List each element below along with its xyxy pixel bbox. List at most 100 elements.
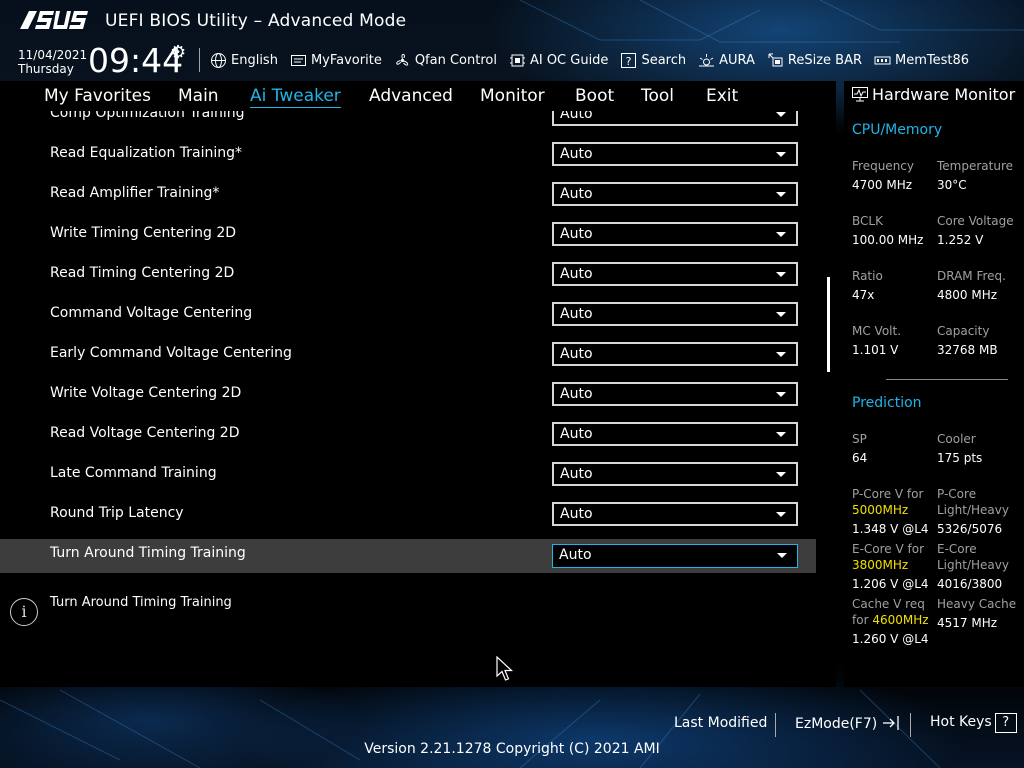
setting-row[interactable]: Read Equalization Training* Auto (0, 138, 816, 172)
tab-advanced[interactable]: Advanced (369, 86, 453, 106)
pcore-v-freq: 5000MHz (852, 503, 909, 517)
hot-keys-button[interactable]: Hot Keys? (930, 713, 1017, 733)
toolbar-label: MemTest86 (895, 52, 970, 68)
last-modified-button[interactable]: Last Modified (674, 715, 767, 731)
ecore-lh-value: 4016/3800 (937, 577, 1003, 591)
toolbar-label: AURA (719, 52, 755, 68)
setting-dropdown[interactable]: Auto (552, 422, 798, 446)
toolbar-qfan-control[interactable]: Qfan Control (394, 52, 497, 69)
ecore-v-label: E-Core V for (852, 542, 925, 556)
setting-row[interactable]: Write Timing Centering 2D Auto (0, 218, 816, 252)
ratio-label: Ratio (852, 269, 883, 283)
ezmode-label: EzMode(F7) (795, 716, 878, 732)
capacity-value: 32768 MB (937, 343, 998, 357)
globe-icon (211, 52, 226, 68)
setting-row[interactable]: Round Trip Latency Auto (0, 498, 816, 532)
ecore-v-freq: 3800MHz (852, 558, 909, 572)
setting-label: Read Voltage Centering 2D (50, 425, 240, 441)
fan-icon (396, 53, 408, 66)
setting-label: Round Trip Latency (50, 505, 184, 521)
setting-row[interactable]: Comp Optimization Training Auto (0, 111, 816, 132)
toolbar-memtest86[interactable]: MemTest86 (874, 52, 969, 69)
title-bar: UEFI BIOS Utility – Advanced Mode (0, 0, 1024, 42)
setting-dropdown[interactable]: Auto (552, 222, 798, 246)
capacity-label: Capacity (937, 324, 990, 338)
dram-freq-label: DRAM Freq. (937, 269, 1006, 283)
dropdown-value: Auto (560, 306, 593, 322)
toolbar: English MyFavorite Qfan Control AI OC Gu… (210, 47, 981, 73)
hardware-monitor-title: Hardware Monitor (872, 85, 1016, 104)
setting-label: Turn Around Timing Training (50, 545, 246, 561)
pcore-lh-label: P-Core (937, 487, 977, 501)
dropdown-value: Auto (560, 426, 593, 442)
sp-value: 64 (852, 451, 868, 465)
setting-dropdown[interactable]: Auto (552, 262, 798, 286)
setting-dropdown[interactable]: Auto (552, 142, 798, 166)
scrollbar-thumb[interactable] (827, 277, 830, 372)
date-display: 11/04/2021 Thursday (18, 48, 87, 76)
clock[interactable]: 09:44 (88, 41, 183, 80)
setting-dropdown[interactable]: Auto (552, 342, 798, 366)
setting-dropdown[interactable]: Auto (552, 382, 798, 406)
chevron-down-icon (776, 272, 786, 277)
chevron-down-icon (776, 112, 786, 117)
toolbar-label: English (231, 52, 278, 68)
dropdown-value: Auto (560, 266, 593, 282)
setting-row[interactable]: Read Timing Centering 2D Auto (0, 258, 816, 292)
setting-dropdown[interactable]: Auto (552, 544, 798, 568)
setting-label: Write Timing Centering 2D (50, 225, 237, 241)
toolbar-myfavorite[interactable]: MyFavorite (290, 52, 382, 69)
toolbar-resize-bar[interactable]: ReSize BAR (767, 52, 862, 69)
setting-row[interactable]: Late Command Training Auto (0, 458, 816, 492)
ezmode-button[interactable]: EzMode(F7) (795, 715, 902, 732)
toolbar-ai-oc-guide[interactable]: AI OC Guide (509, 52, 608, 69)
setting-label: Read Timing Centering 2D (50, 265, 235, 281)
toolbar-english[interactable]: English (210, 52, 278, 69)
setting-label: Read Equalization Training* (50, 145, 243, 161)
dropdown-value: Auto (559, 547, 592, 563)
setting-row[interactable]: Read Amplifier Training* Auto (0, 178, 816, 212)
setting-row[interactable]: Read Voltage Centering 2D Auto (0, 418, 816, 452)
ai-oc-guide-icon (509, 54, 525, 66)
toolbar-aura[interactable]: AURA (698, 52, 755, 69)
memtest-icon (874, 56, 891, 64)
setting-dropdown[interactable]: Auto (552, 182, 798, 206)
temperature-value: 30°C (937, 178, 967, 192)
tab-monitor[interactable]: Monitor (480, 86, 545, 106)
setting-row-selected[interactable]: Turn Around Timing Training Auto (0, 539, 816, 573)
toolbar-search[interactable]: ? Search (620, 52, 686, 69)
tab-exit[interactable]: Exit (706, 86, 738, 106)
chevron-down-icon (776, 392, 786, 397)
tab-boot[interactable]: Boot (575, 86, 614, 106)
pcore-lh-label-2: Light/Heavy (937, 503, 1009, 517)
setting-dropdown[interactable]: Auto (552, 111, 798, 126)
setting-row[interactable]: Early Command Voltage Centering Auto (0, 338, 816, 372)
setting-dropdown[interactable]: Auto (552, 302, 798, 326)
setting-dropdown[interactable]: Auto (552, 502, 798, 526)
mc-volt-label: MC Volt. (852, 324, 902, 338)
frequency-value: 4700 MHz (852, 178, 913, 192)
setting-row[interactable]: Command Voltage Centering Auto (0, 298, 816, 332)
cooler-label: Cooler (937, 432, 976, 446)
search-icon: ? (621, 52, 637, 68)
ecore-lh-label: E-Core (937, 542, 977, 556)
toolbar-divider (199, 48, 200, 72)
setting-row[interactable]: Write Voltage Centering 2D Auto (0, 378, 816, 412)
gear-icon[interactable]: ⚙ (170, 42, 186, 63)
sp-label: SP (852, 432, 867, 446)
mc-volt-value: 1.101 V (852, 343, 899, 357)
footer-divider (910, 713, 911, 737)
help-text: Turn Around Timing Training (50, 595, 232, 610)
tab-ai-tweaker[interactable]: Ai Tweaker (250, 86, 341, 108)
ecore-lh-label-2: Light/Heavy (937, 558, 1009, 572)
ratio-value: 47x (852, 288, 875, 302)
tab-my-favorites[interactable]: My Favorites (44, 86, 151, 106)
frequency-label: Frequency (852, 159, 914, 173)
tab-tool[interactable]: Tool (641, 86, 674, 106)
help-panel: i Turn Around Timing Training (0, 584, 836, 687)
toolbar-label: Qfan Control (414, 52, 497, 68)
setting-dropdown[interactable]: Auto (552, 462, 798, 486)
mouse-cursor-icon (496, 656, 514, 681)
toolbar-label: MyFavorite (310, 52, 382, 68)
tab-main[interactable]: Main (178, 86, 219, 106)
